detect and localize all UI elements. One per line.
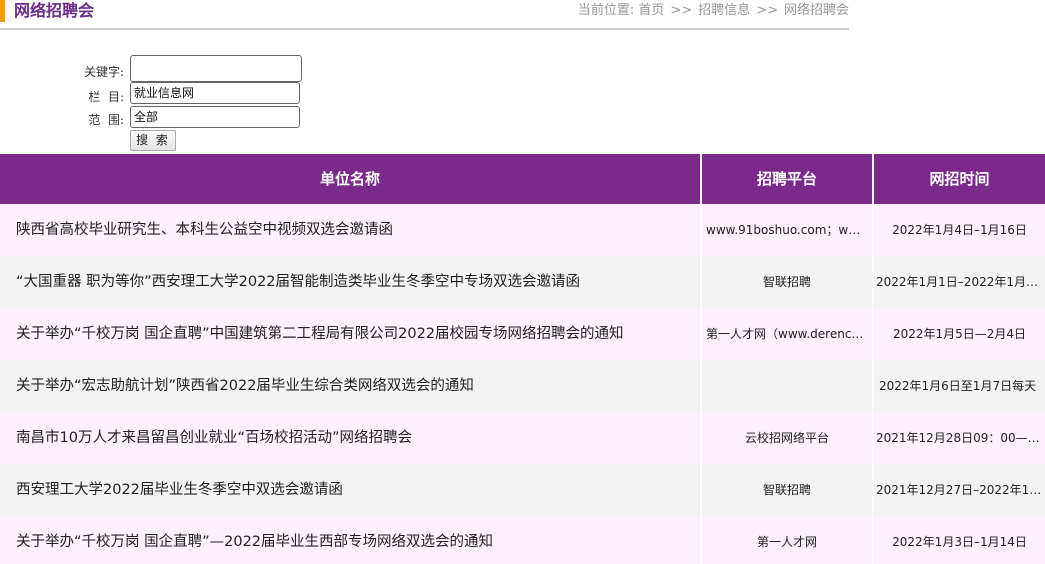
- title-accent-bar: [0, 0, 5, 22]
- row-time: 2022年1月5日—2月4日: [874, 308, 1045, 360]
- column-header-platform: 招聘平台: [702, 154, 872, 204]
- page-title: 网络招聘会: [14, 1, 95, 20]
- row-title-link[interactable]: 陕西省高校毕业研究生、本科生公益空中视频双选会邀请函: [0, 204, 700, 256]
- row-platform: 智联招聘: [702, 256, 872, 308]
- row-platform: 第一人才网（www.derencai.com）: [702, 308, 872, 360]
- table-row[interactable]: “大国重器 职为等你”西安理工大学2022届智能制造类毕业生冬季空中专场双选会邀…: [0, 256, 1045, 308]
- row-time: 2022年1月4日–1月16日: [874, 204, 1045, 256]
- breadcrumb-current[interactable]: 网络招聘会: [784, 3, 849, 18]
- row-time: 2021年12月27日–2022年1月10日: [874, 464, 1045, 516]
- table-header: 单位名称 招聘平台 网招时间: [0, 154, 1045, 204]
- table-row[interactable]: 南昌市10万人才来昌留昌创业就业“百场校招活动”网络招聘会 云校招网络平台 20…: [0, 412, 1045, 464]
- row-platform: [702, 360, 872, 412]
- row-title-link[interactable]: 关于举办“千校万岗 国企直聘”中国建筑第二工程局有限公司2022届校园专场网络招…: [0, 308, 700, 360]
- row-platform: 智联招聘: [702, 464, 872, 516]
- row-platform: 第一人才网: [702, 516, 872, 564]
- table-row[interactable]: 陕西省高校毕业研究生、本科生公益空中视频双选会邀请函 www.91boshuo.…: [0, 204, 1045, 256]
- keyword-label: 关键字:: [83, 65, 124, 79]
- table-row[interactable]: 西安理工大学2022届毕业生冬季空中双选会邀请函 智联招聘 2021年12月27…: [0, 464, 1045, 516]
- page: 网络招聘会 当前位置: 首页 >> 招聘信息 >> 网络招聘会 关键字: 栏 目: 就业…: [0, 0, 1045, 564]
- row-platform: www.91boshuo.com；www.91boshuo.com: [702, 204, 872, 256]
- row-title-link[interactable]: 南昌市10万人才来昌留昌创业就业“百场校招活动”网络招聘会: [0, 412, 700, 464]
- row-title-link[interactable]: 关于举办“千校万岗 国企直聘”—2022届毕业生西部专场网络双选会的通知: [0, 516, 700, 564]
- page-header: 网络招聘会 当前位置: 首页 >> 招聘信息 >> 网络招聘会: [0, 0, 849, 30]
- row-time: 2021年12月28日09：00—18：00: [874, 412, 1045, 464]
- row-title-link[interactable]: 西安理工大学2022届毕业生冬季空中双选会邀请函: [0, 464, 700, 516]
- breadcrumb-separator: >>: [670, 3, 693, 18]
- row-time: 2022年1月6日至1月7日每天: [874, 360, 1045, 412]
- breadcrumb-prefix: 当前位置:: [577, 3, 635, 18]
- breadcrumb-separator: >>: [756, 3, 778, 18]
- column-select[interactable]: 就业信息网: [130, 82, 300, 104]
- row-title-link[interactable]: 关于举办“宏志助航计划”陕西省2022届毕业生综合类网络双选会的通知: [0, 360, 700, 412]
- breadcrumb: 当前位置: 首页 >> 招聘信息 >> 网络招聘会: [578, 0, 849, 22]
- job-fair-table: 单位名称 招聘平台 网招时间 陕西省高校毕业研究生、本科生公益空中视频双选会邀请…: [0, 154, 1045, 564]
- row-time: 2022年1月1日–2022年1月10日: [874, 256, 1045, 308]
- column-header-company: 单位名称: [0, 154, 700, 204]
- keyword-input[interactable]: [130, 55, 302, 82]
- breadcrumb-home-link[interactable]: 首页: [638, 3, 664, 18]
- row-platform: 云校招网络平台: [702, 412, 872, 464]
- row-title-link[interactable]: “大国重器 职为等你”西安理工大学2022届智能制造类毕业生冬季空中专场双选会邀…: [0, 256, 700, 308]
- breadcrumb-jobs-link[interactable]: 招聘信息: [698, 3, 750, 18]
- scope-select[interactable]: 全部: [130, 106, 300, 128]
- row-time: 2022年1月3日–1月14日: [874, 516, 1045, 564]
- scope-label: 范 围:: [88, 113, 124, 127]
- column-label: 栏 目:: [88, 90, 124, 104]
- table-row[interactable]: 关于举办“千校万岗 国企直聘”—2022届毕业生西部专场网络双选会的通知 第一人…: [0, 516, 1045, 564]
- column-header-time: 网招时间: [874, 154, 1045, 204]
- table-row[interactable]: 关于举办“宏志助航计划”陕西省2022届毕业生综合类网络双选会的通知 2022年…: [0, 360, 1045, 412]
- search-button[interactable]: 搜 索: [130, 130, 176, 151]
- table-row[interactable]: 关于举办“千校万岗 国企直聘”中国建筑第二工程局有限公司2022届校园专场网络招…: [0, 308, 1045, 360]
